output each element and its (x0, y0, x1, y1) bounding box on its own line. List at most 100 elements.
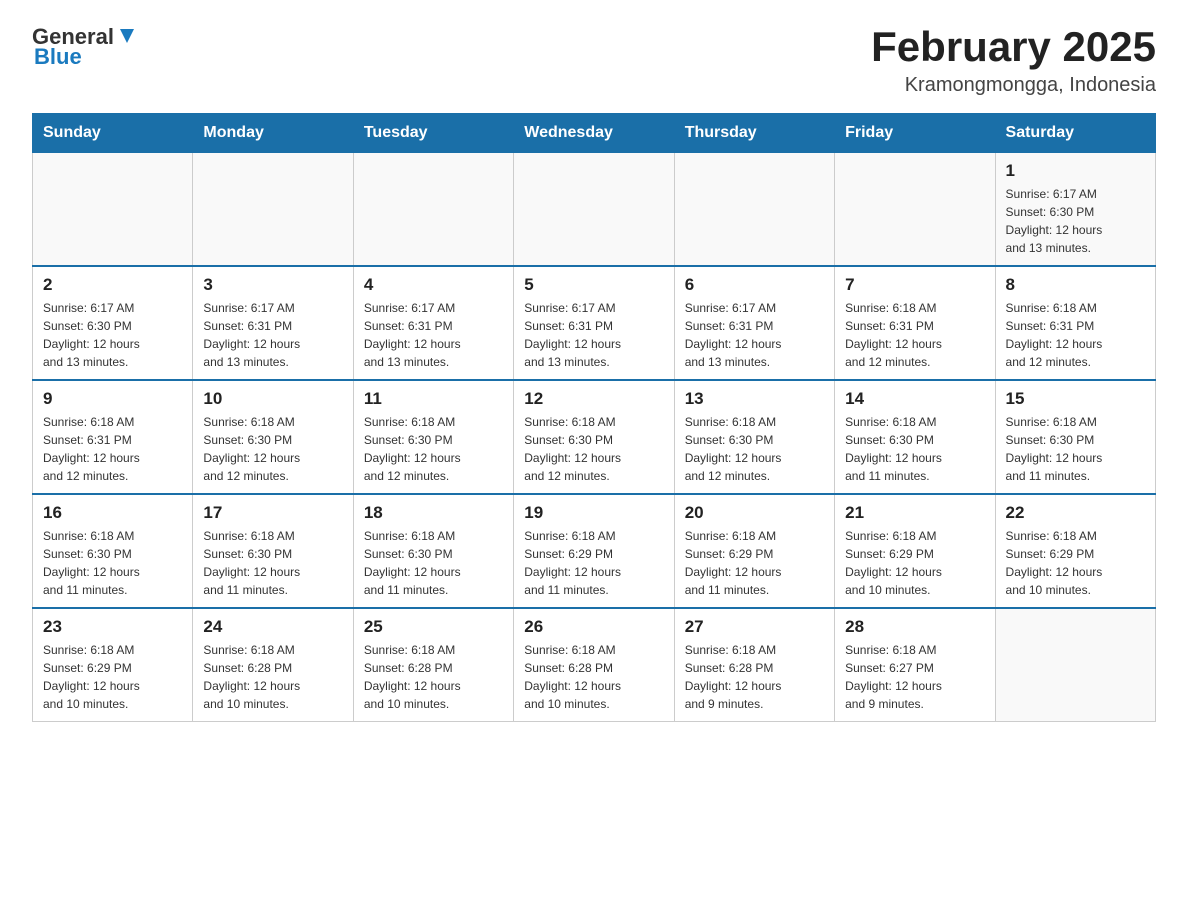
weekday-header-friday: Friday (835, 114, 995, 153)
day-info: Sunrise: 6:18 AM Sunset: 6:30 PM Dayligh… (364, 527, 503, 599)
day-info: Sunrise: 6:18 AM Sunset: 6:30 PM Dayligh… (364, 413, 503, 485)
day-number: 28 (845, 617, 984, 637)
day-info: Sunrise: 6:18 AM Sunset: 6:27 PM Dayligh… (845, 641, 984, 713)
day-number: 10 (203, 389, 342, 409)
calendar-cell: 5Sunrise: 6:17 AM Sunset: 6:31 PM Daylig… (514, 266, 674, 380)
calendar-cell: 26Sunrise: 6:18 AM Sunset: 6:28 PM Dayli… (514, 608, 674, 722)
day-number: 21 (845, 503, 984, 523)
calendar-cell (995, 608, 1155, 722)
calendar-cell: 16 Sunrise: 6:18 AM Sunset: 6:30 PM Dayli… (33, 494, 193, 608)
weekday-header-saturday: Saturday (995, 114, 1155, 153)
calendar-table: SundayMondayTuesdayWednesdayThursdayFrid… (32, 113, 1156, 722)
calendar-cell: 12Sunrise: 6:18 AM Sunset: 6:30 PM Dayli… (514, 380, 674, 494)
day-number: 24 (203, 617, 342, 637)
calendar-cell: 25 Sunrise: 6:18 AM Sunset: 6:28 PM Dayli… (353, 608, 513, 722)
logo: General Blue (32, 24, 138, 70)
day-info: Sunrise: 6:18 AM Sunset: 6:31 PM Dayligh… (1006, 299, 1145, 371)
day-info: Sunrise: 6:18 AM Sunset: 6:28 PM Dayligh… (524, 641, 663, 713)
day-number: 14 (845, 389, 984, 409)
day-number: 22 (1006, 503, 1145, 523)
day-number: 27 (685, 617, 824, 637)
calendar-title: February 2025 (871, 24, 1156, 70)
calendar-cell: 28 Sunrise: 6:18 AM Sunset: 6:27 PM Dayli… (835, 608, 995, 722)
calendar-cell: 11 Sunrise: 6:18 AM Sunset: 6:30 PM Dayli… (353, 380, 513, 494)
calendar-week-row: 9 Sunrise: 6:18 AM Sunset: 6:31 PM Daylig… (33, 380, 1156, 494)
calendar-cell: 22 Sunrise: 6:18 AM Sunset: 6:29 PM Dayli… (995, 494, 1155, 608)
calendar-cell (33, 153, 193, 267)
calendar-subtitle: Kramongmongga, Indonesia (871, 74, 1156, 97)
day-info: Sunrise: 6:18 AM Sunset: 6:31 PM Dayligh… (43, 413, 182, 485)
day-info: Sunrise: 6:18 AM Sunset: 6:29 PM Dayligh… (43, 641, 182, 713)
calendar-cell: 20 Sunrise: 6:18 AM Sunset: 6:29 PM Dayli… (674, 494, 834, 608)
calendar-week-row: 16 Sunrise: 6:18 AM Sunset: 6:30 PM Dayli… (33, 494, 1156, 608)
day-number: 3 (203, 275, 342, 295)
logo-triangle-icon (116, 25, 138, 47)
calendar-cell (835, 153, 995, 267)
calendar-cell: 15Sunrise: 6:18 AM Sunset: 6:30 PM Dayli… (995, 380, 1155, 494)
day-number: 9 (43, 389, 182, 409)
day-info: Sunrise: 6:18 AM Sunset: 6:29 PM Dayligh… (1006, 527, 1145, 599)
day-info: Sunrise: 6:18 AM Sunset: 6:30 PM Dayligh… (203, 527, 342, 599)
calendar-cell: 19 Sunrise: 6:18 AM Sunset: 6:29 PM Dayli… (514, 494, 674, 608)
day-number: 6 (685, 275, 824, 295)
calendar-week-row: 1Sunrise: 6:17 AM Sunset: 6:30 PM Daylig… (33, 153, 1156, 267)
calendar-cell: 2Sunrise: 6:17 AM Sunset: 6:30 PM Daylig… (33, 266, 193, 380)
day-number: 16 (43, 503, 182, 523)
day-info: Sunrise: 6:17 AM Sunset: 6:31 PM Dayligh… (685, 299, 824, 371)
day-number: 23 (43, 617, 182, 637)
day-number: 20 (685, 503, 824, 523)
calendar-cell: 14 Sunrise: 6:18 AM Sunset: 6:30 PM Dayli… (835, 380, 995, 494)
weekday-header-row: SundayMondayTuesdayWednesdayThursdayFrid… (33, 114, 1156, 153)
calendar-cell: 9 Sunrise: 6:18 AM Sunset: 6:31 PM Daylig… (33, 380, 193, 494)
weekday-header-wednesday: Wednesday (514, 114, 674, 153)
calendar-cell: 23 Sunrise: 6:18 AM Sunset: 6:29 PM Dayli… (33, 608, 193, 722)
day-info: Sunrise: 6:18 AM Sunset: 6:31 PM Dayligh… (845, 299, 984, 371)
calendar-cell: 10 Sunrise: 6:18 AM Sunset: 6:30 PM Dayli… (193, 380, 353, 494)
day-number: 2 (43, 275, 182, 295)
day-number: 5 (524, 275, 663, 295)
day-info: Sunrise: 6:18 AM Sunset: 6:29 PM Dayligh… (685, 527, 824, 599)
day-info: Sunrise: 6:17 AM Sunset: 6:31 PM Dayligh… (364, 299, 503, 371)
calendar-cell (193, 153, 353, 267)
day-number: 19 (524, 503, 663, 523)
calendar-cell: 13 Sunrise: 6:18 AM Sunset: 6:30 PM Dayli… (674, 380, 834, 494)
day-number: 15 (1006, 389, 1145, 409)
day-info: Sunrise: 6:18 AM Sunset: 6:30 PM Dayligh… (203, 413, 342, 485)
day-info: Sunrise: 6:18 AM Sunset: 6:28 PM Dayligh… (203, 641, 342, 713)
calendar-week-row: 23 Sunrise: 6:18 AM Sunset: 6:29 PM Dayli… (33, 608, 1156, 722)
weekday-header-tuesday: Tuesday (353, 114, 513, 153)
calendar-cell: 8 Sunrise: 6:18 AM Sunset: 6:31 PM Daylig… (995, 266, 1155, 380)
day-info: Sunrise: 6:18 AM Sunset: 6:29 PM Dayligh… (524, 527, 663, 599)
day-info: Sunrise: 6:18 AM Sunset: 6:28 PM Dayligh… (685, 641, 824, 713)
day-info: Sunrise: 6:18 AM Sunset: 6:30 PM Dayligh… (845, 413, 984, 485)
weekday-header-monday: Monday (193, 114, 353, 153)
calendar-cell: 7 Sunrise: 6:18 AM Sunset: 6:31 PM Daylig… (835, 266, 995, 380)
day-number: 11 (364, 389, 503, 409)
day-info: Sunrise: 6:18 AM Sunset: 6:28 PM Dayligh… (364, 641, 503, 713)
calendar-cell: 27 Sunrise: 6:18 AM Sunset: 6:28 PM Dayli… (674, 608, 834, 722)
weekday-header-thursday: Thursday (674, 114, 834, 153)
calendar-week-row: 2Sunrise: 6:17 AM Sunset: 6:30 PM Daylig… (33, 266, 1156, 380)
calendar-cell: 24 Sunrise: 6:18 AM Sunset: 6:28 PM Dayli… (193, 608, 353, 722)
day-info: Sunrise: 6:17 AM Sunset: 6:31 PM Dayligh… (203, 299, 342, 371)
calendar-cell: 4 Sunrise: 6:17 AM Sunset: 6:31 PM Daylig… (353, 266, 513, 380)
calendar-cell: 18 Sunrise: 6:18 AM Sunset: 6:30 PM Dayli… (353, 494, 513, 608)
page-header: General Blue February 2025 Kramongmongga… (32, 24, 1156, 97)
day-number: 13 (685, 389, 824, 409)
day-info: Sunrise: 6:18 AM Sunset: 6:30 PM Dayligh… (43, 527, 182, 599)
day-number: 8 (1006, 275, 1145, 295)
day-info: Sunrise: 6:18 AM Sunset: 6:30 PM Dayligh… (685, 413, 824, 485)
calendar-cell: 21 Sunrise: 6:18 AM Sunset: 6:29 PM Dayli… (835, 494, 995, 608)
calendar-cell: 6 Sunrise: 6:17 AM Sunset: 6:31 PM Daylig… (674, 266, 834, 380)
day-number: 17 (203, 503, 342, 523)
calendar-cell (514, 153, 674, 267)
day-number: 18 (364, 503, 503, 523)
day-number: 12 (524, 389, 663, 409)
day-number: 4 (364, 275, 503, 295)
calendar-cell (674, 153, 834, 267)
day-number: 25 (364, 617, 503, 637)
calendar-cell (353, 153, 513, 267)
day-number: 7 (845, 275, 984, 295)
day-info: Sunrise: 6:17 AM Sunset: 6:30 PM Dayligh… (1006, 185, 1145, 257)
day-info: Sunrise: 6:18 AM Sunset: 6:29 PM Dayligh… (845, 527, 984, 599)
